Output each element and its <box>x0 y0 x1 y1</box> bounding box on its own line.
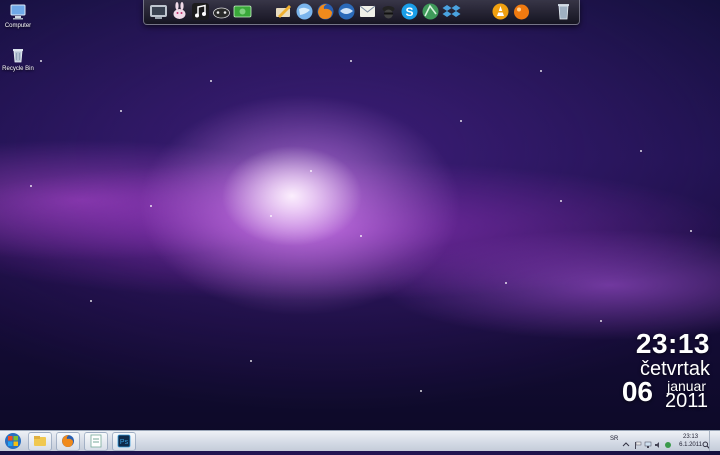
vlc-icon[interactable] <box>491 2 510 21</box>
trash-icon[interactable] <box>554 2 573 21</box>
show-desktop-button[interactable] <box>709 431 720 451</box>
svg-text:S: S <box>405 5 413 19</box>
desktop-icon-label: Computer <box>4 23 32 29</box>
money-icon[interactable] <box>233 2 252 21</box>
gamepad-icon[interactable] <box>212 2 231 21</box>
rabbit-icon[interactable] <box>170 2 189 21</box>
thunderbird-icon[interactable] <box>337 2 356 21</box>
network-icon[interactable] <box>421 2 440 21</box>
terminal-icon[interactable] <box>149 2 168 21</box>
orange-icon[interactable] <box>512 2 531 21</box>
clock-time: 23:13 <box>635 328 710 359</box>
recycle-bin-icon <box>9 46 27 64</box>
volume-icon[interactable] <box>654 436 662 448</box>
windows-logo-icon <box>5 433 21 449</box>
explorer-icon <box>34 436 46 446</box>
clock-year: 2011 <box>664 390 708 412</box>
pencil-icon[interactable] <box>274 2 293 21</box>
system-tray: SR 23:13 6.1.2011 <box>608 431 720 451</box>
language-indicator[interactable]: SR <box>610 436 618 442</box>
taskbar: Ps SR 23:13 6.1.2011 <box>0 430 720 451</box>
taskbar-explorer[interactable] <box>28 432 52 451</box>
photoshop-icon: Ps <box>117 434 131 448</box>
firefox-icon[interactable] <box>316 2 335 21</box>
computer-icon <box>9 3 27 21</box>
mail-icon[interactable] <box>358 2 377 21</box>
firefox-icon <box>62 435 74 447</box>
notepad-icon <box>90 434 102 448</box>
taskbar-notepad[interactable] <box>84 432 108 451</box>
skype-icon[interactable]: S <box>400 2 419 21</box>
music-icon[interactable] <box>191 2 210 21</box>
show-hidden-icons-icon[interactable] <box>622 436 630 447</box>
starfield <box>0 0 720 450</box>
clock-day: 06 <box>621 376 653 407</box>
spy-icon[interactable] <box>379 2 398 21</box>
dropbox-icon[interactable] <box>442 2 461 21</box>
network-tray-icon[interactable] <box>644 436 652 448</box>
taskbar-photoshop[interactable]: Ps <box>112 432 136 451</box>
desktop-icon-label: Recycle Bin <box>2 66 34 72</box>
globe-icon[interactable] <box>295 2 314 21</box>
start-button[interactable] <box>2 432 24 450</box>
app-tray-icon[interactable] <box>664 436 672 448</box>
desktop-icon-recycle-bin[interactable]: Recycle Bin <box>0 46 36 72</box>
tray-time: 23:13 <box>683 434 699 440</box>
tray-clock[interactable]: 23:13 6.1.2011 <box>679 433 702 449</box>
tray-date: 6.1.2011 <box>679 442 702 448</box>
svg-text:Ps: Ps <box>120 439 129 446</box>
flag-icon[interactable] <box>634 436 642 449</box>
dock: S <box>143 0 580 25</box>
taskbar-firefox[interactable] <box>56 432 80 451</box>
desktop-icon-computer[interactable]: Computer <box>0 3 36 29</box>
